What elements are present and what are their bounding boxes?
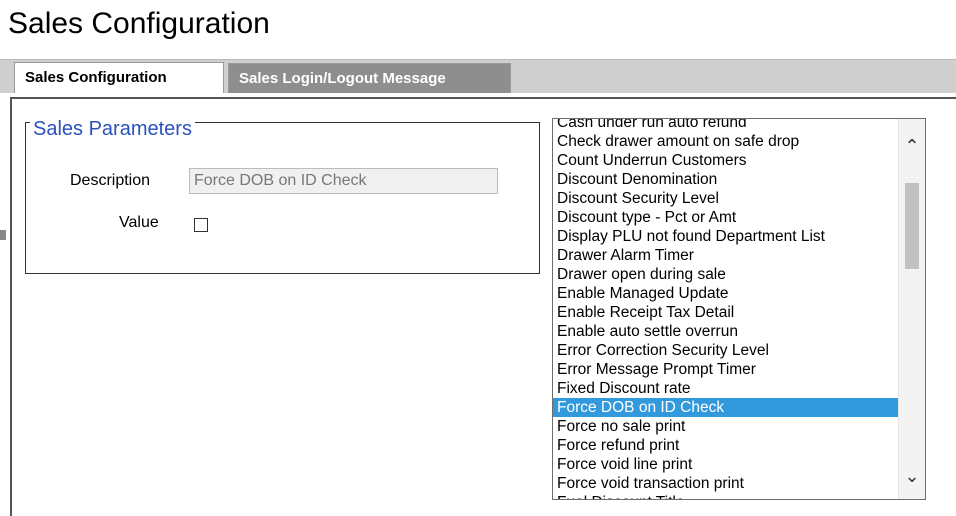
list-item[interactable]: Force refund print <box>553 436 899 455</box>
list-item[interactable]: Fuel Discount Title <box>553 493 899 499</box>
sales-parameters-group <box>25 122 540 274</box>
list-item[interactable]: Enable Receipt Tax Detail <box>553 303 899 322</box>
list-item[interactable]: Discount Denomination <box>553 170 899 189</box>
list-item[interactable]: Enable auto settle overrun <box>553 322 899 341</box>
description-label: Description <box>70 172 151 189</box>
list-item[interactable]: Discount type - Pct or Amt <box>553 208 899 227</box>
scrollbar-thumb[interactable] <box>905 183 919 269</box>
left-edge-marker <box>0 230 6 240</box>
tab-sales-login-logout-message[interactable]: Sales Login/Logout Message <box>228 63 511 93</box>
value-checkbox[interactable] <box>194 218 208 232</box>
list-scrollbar[interactable]: ⌃ ⌄ <box>898 119 925 499</box>
chevron-down-icon[interactable]: ⌄ <box>899 463 925 489</box>
chevron-up-icon[interactable]: ⌃ <box>899 133 925 159</box>
list-item[interactable]: Enable Managed Update <box>553 284 899 303</box>
list-item[interactable]: Display PLU not found Department List <box>553 227 899 246</box>
description-field[interactable] <box>189 168 498 194</box>
list-item[interactable]: Fixed Discount rate <box>553 379 899 398</box>
page-title: Sales Configuration <box>8 7 270 40</box>
tab-bar: Sales Configuration Sales Login/Logout M… <box>0 59 956 93</box>
sales-parameters-legend: Sales Parameters <box>30 118 195 140</box>
list-item[interactable]: Force void transaction print <box>553 474 899 493</box>
list-item[interactable]: Check drawer amount on safe drop <box>553 132 899 151</box>
list-item[interactable]: Force no sale print <box>553 417 899 436</box>
list-item[interactable]: Discount Security Level <box>553 189 899 208</box>
tab-sales-configuration[interactable]: Sales Configuration <box>14 62 224 93</box>
value-label: Value <box>119 214 159 231</box>
list-item[interactable]: Error Correction Security Level <box>553 341 899 360</box>
list-item[interactable]: Force DOB on ID Check <box>553 398 899 417</box>
list-item[interactable]: Count Underrun Customers <box>553 151 899 170</box>
list-item[interactable]: Drawer Alarm Timer <box>553 246 899 265</box>
list-item[interactable]: Cash under run auto refund <box>553 119 899 132</box>
parameter-list-items: Cash under run auto refund Check drawer a… <box>553 119 899 499</box>
parameter-list[interactable]: Cash under run auto refund Check drawer a… <box>552 118 926 500</box>
list-item[interactable]: Force void line print <box>553 455 899 474</box>
list-item[interactable]: Drawer open during sale <box>553 265 899 284</box>
list-item[interactable]: Error Message Prompt Timer <box>553 360 899 379</box>
